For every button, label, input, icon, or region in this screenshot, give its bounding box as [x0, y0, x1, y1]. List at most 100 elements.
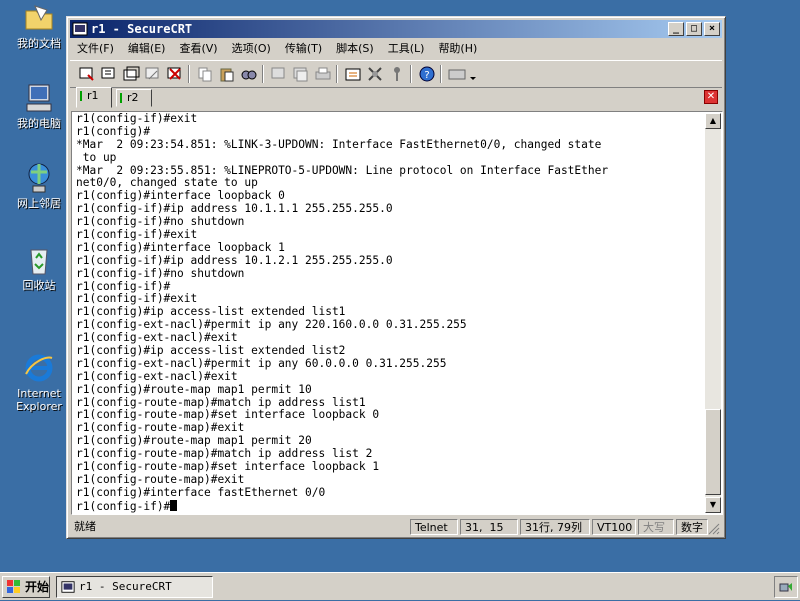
- taskbar: 开始 r1 - SecureCRT: [0, 572, 800, 600]
- desktop-icon-label: 我的文档: [17, 37, 61, 50]
- toolbar-separator: [440, 65, 442, 83]
- status-ready: 就绪: [74, 520, 96, 533]
- folder-icon: [23, 2, 55, 34]
- session-options-icon[interactable]: [344, 65, 362, 83]
- network-icon: [23, 162, 55, 194]
- recycle-bin-icon: [23, 244, 55, 276]
- svg-text:?: ?: [424, 70, 429, 81]
- toolbar-separator: [188, 65, 190, 83]
- reconnect-icon[interactable]: [144, 65, 162, 83]
- terminal-line: r1(config-ext-nacl)#permit ip any 60.0.0…: [76, 356, 447, 370]
- status-num-lock: 数字: [676, 519, 708, 535]
- desktop-icon-network[interactable]: 网上邻居: [8, 162, 70, 210]
- terminal-line: r1(config)#: [76, 124, 151, 138]
- menu-help[interactable]: 帮助(H): [431, 39, 484, 58]
- terminal-line: r1(config-if)#no shutdown: [76, 266, 245, 280]
- start-button[interactable]: 开始: [2, 576, 50, 598]
- connect-icon[interactable]: [78, 65, 96, 83]
- print-screen-icon[interactable]: [270, 65, 288, 83]
- key-map-icon[interactable]: [388, 65, 406, 83]
- terminal-line: r1(config-route-map)#set interface loopb…: [76, 460, 380, 474]
- terminal-output[interactable]: r1(config-if)#exit r1(config)# *Mar 2 09:2…: [73, 113, 707, 513]
- terminal-line: r1(config)#route-map map1 permit 10: [76, 382, 312, 396]
- title-bar[interactable]: r1 - SecureCRT _ □ ×: [70, 20, 722, 38]
- securecrt-app-icon: [61, 580, 75, 601]
- taskbar-item-label: r1 - SecureCRT: [79, 580, 172, 593]
- tab-r1[interactable]: r1: [76, 87, 112, 108]
- disconnect-icon[interactable]: [166, 65, 184, 83]
- terminal-line: *Mar 2 09:23:54.851: %LINK-3-UPDOWN: Int…: [76, 137, 602, 151]
- menu-options[interactable]: 选项(O): [225, 39, 278, 58]
- tab-r2[interactable]: r2: [116, 89, 152, 107]
- terminal-line: r1(config-ext-nacl)#exit: [76, 369, 238, 383]
- status-cursor-position: 31, 15: [460, 519, 518, 535]
- terminal-line: r1(config-route-map)#exit: [76, 472, 245, 486]
- desktop-icon-label: 我的电脑: [17, 117, 61, 130]
- paste-icon[interactable]: [218, 65, 236, 83]
- toolbar: ?: [70, 60, 722, 88]
- scroll-thumb[interactable]: [705, 409, 721, 495]
- menu-view[interactable]: 查看(V): [172, 39, 224, 58]
- copy-icon[interactable]: [196, 65, 214, 83]
- quick-connect-icon[interactable]: [100, 65, 118, 83]
- tab-label: r1: [87, 89, 99, 102]
- network-status-icon[interactable]: [779, 580, 793, 597]
- toolbar-separator: [336, 65, 338, 83]
- desktop-icon-internet-explorer[interactable]: Internet Explorer: [8, 326, 70, 426]
- close-button[interactable]: ×: [704, 22, 720, 36]
- menu-file[interactable]: 文件(F): [70, 39, 121, 58]
- global-options-icon[interactable]: [366, 65, 384, 83]
- minimize-button[interactable]: _: [668, 22, 684, 36]
- tab-label: r2: [127, 91, 139, 104]
- terminal-line: r1(config)#interface loopback 1: [76, 240, 285, 254]
- toolbar-separator: [262, 65, 264, 83]
- windows-logo-icon: [7, 580, 21, 600]
- menu-script[interactable]: 脚本(S): [329, 39, 381, 58]
- tab-status-indicator: [120, 93, 122, 103]
- taskbar-item-securecrt[interactable]: r1 - SecureCRT: [56, 576, 213, 598]
- close-tab-icon[interactable]: ✕: [704, 90, 718, 104]
- session-tab-bar: r1 r2 ✕: [70, 87, 722, 109]
- start-label: 开始: [25, 580, 50, 594]
- terminal-cursor: [170, 499, 178, 511]
- scroll-up-icon[interactable]: ▲: [705, 113, 721, 129]
- desktop-icon-my-computer[interactable]: 我的电脑: [8, 82, 70, 130]
- status-line-column: 31行, 79列: [520, 519, 590, 535]
- help-icon[interactable]: ?: [418, 65, 436, 83]
- menu-tools[interactable]: 工具(L): [381, 39, 432, 58]
- desktop-icon-my-documents[interactable]: 我的文档: [8, 2, 70, 50]
- terminal-line: to up: [76, 150, 117, 164]
- keyboard-icon[interactable]: [448, 65, 466, 83]
- desktop-icon-label: Internet Explorer: [16, 387, 62, 413]
- status-bar: 就绪 Telnet 31, 15 31行, 79列 VT100 大写 数字: [70, 517, 722, 537]
- terminal-line: r1(config-if)#exit: [76, 113, 198, 125]
- status-emulation: VT100: [592, 519, 636, 535]
- status-protocol: Telnet: [410, 519, 458, 535]
- maximize-button[interactable]: □: [686, 22, 702, 36]
- computer-icon: [23, 82, 55, 114]
- terminal-line: r1(config-if)#exit: [76, 228, 198, 242]
- connect-tab-icon[interactable]: [122, 65, 140, 83]
- print-selection-icon[interactable]: [292, 65, 310, 83]
- menu-transfer[interactable]: 传输(T): [278, 39, 329, 58]
- securecrt-app-icon: [72, 21, 88, 37]
- vertical-scrollbar[interactable]: ▲ ▼: [705, 113, 721, 513]
- system-tray: [774, 576, 798, 598]
- find-icon[interactable]: [240, 65, 258, 83]
- terminal-line: r1(config)#ip access-list extended list2: [76, 344, 346, 358]
- status-caps-lock: 大写: [638, 519, 674, 535]
- desktop-icon-recycle-bin[interactable]: 回收站: [8, 244, 70, 292]
- menu-edit[interactable]: 编辑(E): [121, 39, 173, 58]
- internet-explorer-icon: [23, 339, 55, 382]
- scroll-down-icon[interactable]: ▼: [705, 497, 721, 513]
- menu-bar: 文件(F) 编辑(E) 查看(V) 选项(O) 传输(T) 脚本(S) 工具(L) 帮助(H): [70, 39, 722, 58]
- terminal-line: r1(config-if)#ip address 10.1.2.1 255.25…: [76, 253, 393, 267]
- terminal-prompt-line: r1(config-if)#: [76, 499, 707, 513]
- print-icon[interactable]: [314, 65, 332, 83]
- desktop-icon-label: 网上邻居: [17, 197, 61, 210]
- resize-grip-icon[interactable]: [708, 523, 720, 538]
- window-title: r1 - SecureCRT: [91, 22, 193, 36]
- tab-status-indicator: [80, 91, 82, 101]
- toolbar-overflow-icon[interactable]: [468, 65, 478, 83]
- desktop-icon-label: 回收站: [22, 279, 56, 292]
